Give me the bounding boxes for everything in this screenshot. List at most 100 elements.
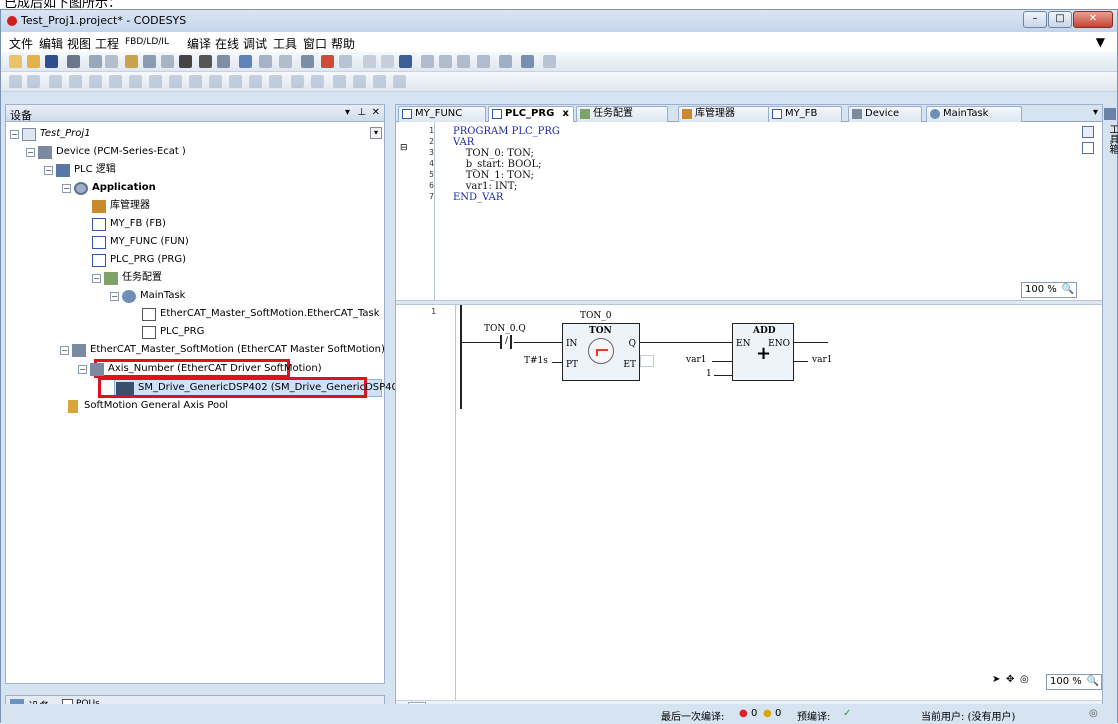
tab-main-task[interactable]: MainTask [926,106,1022,122]
ld-network-icon[interactable] [9,75,22,88]
tree-node-project[interactable]: − Test_Proj1 ▾ [6,125,384,143]
pin-icon[interactable]: ▼ [1096,35,1105,49]
menu-file[interactable]: 文件 [9,35,33,52]
declaration-zoom[interactable]: 100 % 🔍 [1021,282,1077,298]
ld-edge-icon[interactable] [249,75,262,88]
ld-contact-icon[interactable] [27,75,40,88]
tab-my-fb[interactable]: MY_FB [768,106,842,122]
find-icon[interactable] [199,55,212,68]
add-object-icon[interactable] [259,55,272,68]
insert-icon[interactable] [279,55,292,68]
step-out-icon[interactable] [457,55,470,68]
step-over-icon[interactable] [421,55,434,68]
menu-view[interactable]: 视图 [67,35,91,52]
maximize-button[interactable]: □ [1048,11,1072,28]
ladder-zoom[interactable]: 100 % 🔍 [1046,674,1102,690]
watch-icon[interactable] [543,55,556,68]
code-line-2[interactable]: VAR [453,137,474,148]
reset-icon[interactable] [399,55,412,68]
table-view-icon[interactable] [1082,142,1094,154]
undo-icon[interactable] [89,55,102,68]
ld-reset-icon[interactable] [209,75,222,88]
tab-library-manager[interactable]: 库管理器 [678,106,770,122]
ld-label-icon[interactable] [333,75,346,88]
ld-toggle-icon[interactable] [353,75,366,88]
menu-window[interactable]: 窗口 [303,35,327,52]
tab-plc-prg[interactable]: PLC_PRG x [488,106,574,123]
collapse-toggle-icon[interactable]: − [62,184,71,193]
menu-edit[interactable]: 编辑 [39,35,63,52]
menu-help[interactable]: 帮助 [331,35,355,52]
text-view-icon[interactable] [1082,126,1094,138]
code-line-5[interactable]: TON_1: TON; [453,170,534,181]
ld-align-icon[interactable] [393,75,406,88]
print-icon[interactable] [67,55,80,68]
logout-icon[interactable] [339,55,352,68]
menu-fbd-ld-il[interactable]: FBD/LD/IL [125,37,169,47]
magnifier-icon[interactable]: ◎ [1020,674,1032,686]
new-project-icon[interactable] [9,55,22,68]
ld-jump-icon[interactable] [89,75,102,88]
tab-task-config[interactable]: 任务配置 [576,106,668,122]
panel-close-icon[interactable]: ✕ [372,107,380,118]
panel-menu-icon[interactable]: ▾ [345,107,350,118]
collapse-toggle-icon[interactable]: − [60,346,69,355]
build-icon[interactable] [301,55,314,68]
close-button[interactable]: ✕ [1073,11,1113,28]
replace-icon[interactable] [217,55,230,68]
toolbox-icon[interactable] [1104,108,1116,120]
negated-contact[interactable]: / [500,335,512,349]
ton-instance-label[interactable]: TON_0 [580,311,611,321]
add-output[interactable]: var1 [812,355,832,365]
contact-label[interactable]: TON_0.Q [484,324,526,334]
open-icon[interactable] [27,55,40,68]
save-icon[interactable] [45,55,58,68]
pointer-icon[interactable]: ➤ [992,674,1004,686]
tab-close-icon[interactable]: x [563,107,569,121]
ld-output-icon[interactable] [291,75,304,88]
pt-value[interactable]: T#1s [524,356,548,366]
ld-box-icon[interactable] [69,75,82,88]
ld-return-icon[interactable] [109,75,122,88]
add-input-2[interactable]: 1 [706,369,712,379]
force-values-icon[interactable] [521,55,534,68]
copy-icon[interactable] [143,55,156,68]
toolbox-label[interactable]: 工具箱 [1105,124,1118,154]
delete-icon[interactable] [179,55,192,68]
ld-move-icon[interactable] [373,75,386,88]
minimize-button[interactable]: – [1023,11,1047,28]
code-line-3[interactable]: TON_0: TON; [453,148,534,159]
collapse-toggle-icon[interactable]: − [10,130,19,139]
breakpoint-icon[interactable] [477,55,490,68]
ton-function-block[interactable]: TON IN PT Q ET [562,323,640,381]
tab-my-func[interactable]: MY_FUNC [398,106,486,122]
add-input-1[interactable]: var1 [686,355,706,365]
menu-online[interactable]: 在线 [215,35,239,52]
move-icon[interactable]: ✥ [1006,674,1018,686]
tab-device[interactable]: Device [848,106,922,122]
ld-parallel-icon[interactable] [129,75,142,88]
ld-coil-icon[interactable] [49,75,62,88]
ld-input-icon[interactable] [269,75,282,88]
ld-comment-icon[interactable] [311,75,324,88]
ld-series-icon[interactable] [149,75,162,88]
ld-branch-icon[interactable] [229,75,242,88]
menu-tools[interactable]: 工具 [273,35,297,52]
step-into-icon[interactable] [439,55,452,68]
code-line-4[interactable]: b_start: BOOL; [453,159,542,170]
code-line-6[interactable]: var1: INT; [453,181,518,192]
ld-negate-icon[interactable] [169,75,182,88]
login-icon[interactable] [321,55,334,68]
collapse-toggle-icon[interactable]: − [44,166,53,175]
paste-icon[interactable] [161,55,174,68]
collapse-toggle-icon[interactable]: − [78,365,87,374]
write-values-icon[interactable] [499,55,512,68]
ld-set-icon[interactable] [189,75,202,88]
tree-dropdown-button[interactable]: ▾ [370,127,382,139]
collapse-toggle-icon[interactable]: − [26,148,35,157]
device-toolbar-icon[interactable] [239,55,252,68]
stop-icon[interactable] [381,55,394,68]
collapse-toggle-icon[interactable]: − [110,292,119,301]
et-output-box[interactable] [640,355,654,367]
status-info-icon[interactable]: ◎ [1089,708,1098,719]
